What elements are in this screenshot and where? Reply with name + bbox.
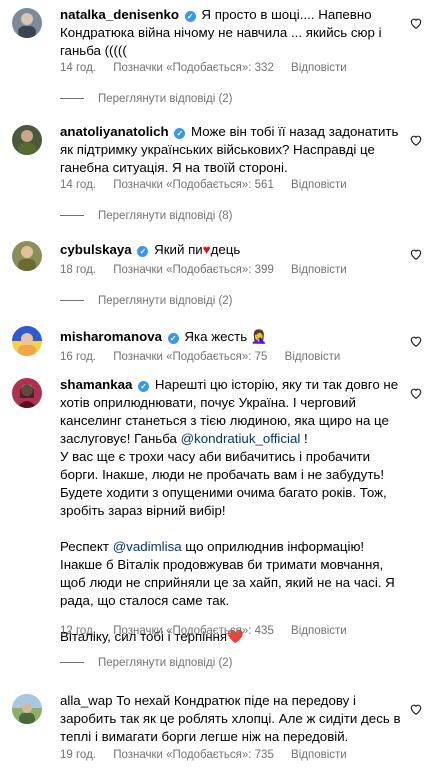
heart-icon[interactable]: [409, 16, 423, 30]
heart-icon[interactable]: [409, 247, 423, 261]
view-replies-button[interactable]: Переглянути відповіді (2): [60, 295, 233, 307]
reply-button[interactable]: Відповісти: [291, 625, 347, 637]
likes-count[interactable]: Позначки «Подобається»: 735: [113, 749, 274, 761]
timestamp: 14 год.: [60, 62, 96, 74]
avatar[interactable]: [12, 326, 42, 356]
view-replies-button[interactable]: Переглянути відповіді (2): [60, 657, 233, 669]
comment-meta: 14 год. Позначки «Подобається»: 332 Відп…: [60, 62, 361, 74]
timestamp: 12 год.: [60, 625, 96, 637]
mention-link[interactable]: @kondratiuk_official: [181, 431, 301, 446]
username[interactable]: shamankaa: [60, 377, 132, 392]
verified-badge-icon: ✓: [138, 381, 150, 392]
reply-button[interactable]: Відповісти: [291, 179, 347, 191]
heart-icon[interactable]: [409, 334, 423, 348]
likes-count[interactable]: Позначки «Подобається»: 561: [113, 179, 274, 191]
comment-text: shamankaa ✓ Нарешті цю історію, яку ти т…: [60, 377, 399, 644]
comment-text: misharomanova ✓ Яка жесть 🤦‍♀️: [60, 329, 268, 344]
comment-text: alla_wap То нехай Кондратюк піде на пере…: [60, 693, 401, 744]
username[interactable]: natalka_denisenko: [60, 7, 179, 22]
username[interactable]: anatoliyanatolich: [60, 124, 169, 139]
verified-badge-icon: ✓: [167, 333, 179, 344]
verified-badge-icon: ✓: [184, 11, 196, 22]
view-replies-button[interactable]: Переглянути відповіді (8): [60, 210, 233, 222]
username[interactable]: misharomanova: [60, 329, 162, 344]
comment-text: anatoliyanatolich ✓ Може він тобі її наз…: [60, 124, 399, 175]
likes-count[interactable]: Позначки «Подобається»: 435: [113, 625, 274, 637]
avatar[interactable]: [12, 125, 42, 155]
username[interactable]: alla_wap: [60, 693, 113, 708]
reply-button[interactable]: Відповісти: [291, 264, 347, 276]
reply-button[interactable]: Відповісти: [291, 62, 347, 74]
verified-badge-icon: ✓: [137, 246, 149, 257]
heart-icon[interactable]: [409, 386, 423, 400]
avatar[interactable]: [12, 378, 42, 408]
heart-icon[interactable]: [409, 133, 423, 147]
reply-button[interactable]: Відповісти: [285, 351, 341, 363]
comment-meta: 19 год. Позначки «Подобається»: 735 Відп…: [60, 749, 361, 761]
timestamp: 18 год.: [60, 264, 96, 276]
mention-link[interactable]: @vadimlisa: [113, 539, 182, 554]
comment-meta: 14 год. Позначки «Подобається»: 561 Відп…: [60, 179, 361, 191]
avatar[interactable]: [12, 8, 42, 38]
heart-icon[interactable]: [409, 702, 423, 716]
comment-meta: 12 год. Позначки «Подобається»: 435 Відп…: [60, 625, 361, 637]
likes-count[interactable]: Позначки «Подобається»: 75: [113, 351, 267, 363]
timestamp: 19 год.: [60, 749, 96, 761]
view-replies-button[interactable]: Переглянути відповіді (2): [60, 93, 233, 105]
timestamp: 16 год.: [60, 351, 96, 363]
likes-count[interactable]: Позначки «Подобається»: 332: [113, 62, 274, 74]
comment-meta: 18 год. Позначки «Подобається»: 399 Відп…: [60, 264, 361, 276]
comment-text: natalka_denisenko ✓ Я просто в шоці.... …: [60, 7, 382, 58]
verified-badge-icon: ✓: [174, 128, 186, 139]
avatar[interactable]: [12, 241, 42, 271]
likes-count[interactable]: Позначки «Подобається»: 399: [113, 264, 274, 276]
comment-text: cybulskaya ✓ Який пи♥дець: [60, 242, 241, 257]
reply-button[interactable]: Відповісти: [291, 749, 347, 761]
avatar[interactable]: [12, 694, 42, 724]
username[interactable]: cybulskaya: [60, 242, 132, 257]
timestamp: 14 год.: [60, 179, 96, 191]
comment-meta: 16 год. Позначки «Подобається»: 75 Відпо…: [60, 351, 354, 363]
censor-mark-icon: ♥: [202, 242, 211, 257]
